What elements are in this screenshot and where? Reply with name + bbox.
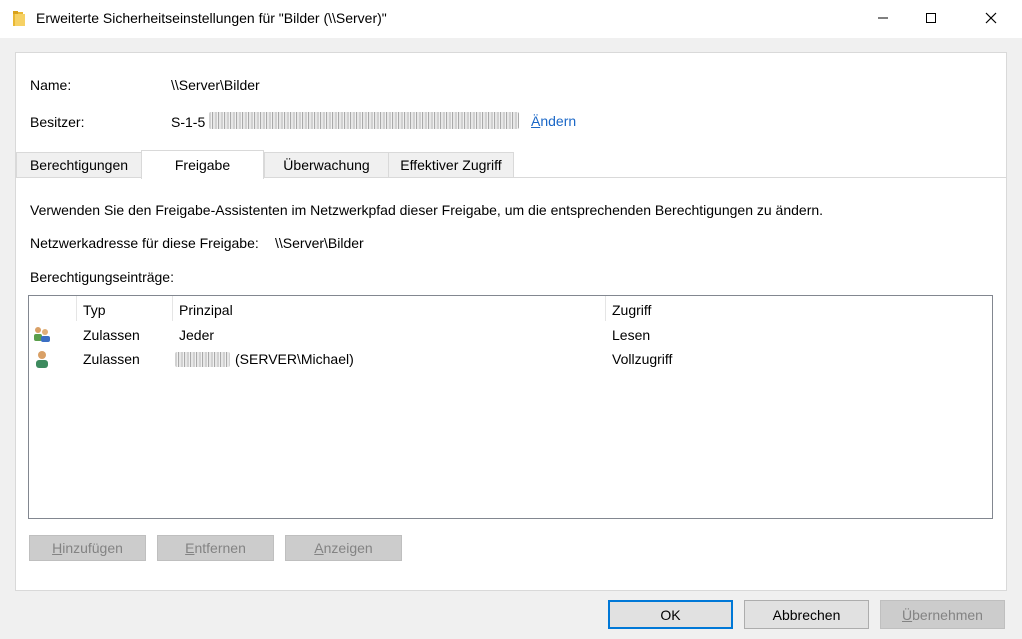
network-label: Netzwerkadresse für diese Freigabe: xyxy=(30,235,259,251)
tab-auditing-label: Überwachung xyxy=(283,157,370,173)
cancel-button[interactable]: Abbrechen xyxy=(744,600,869,629)
maximize-button[interactable] xyxy=(908,0,954,38)
folder-icon xyxy=(13,11,25,26)
ok-button[interactable]: OK xyxy=(608,600,733,629)
row-type: Zulassen xyxy=(83,351,140,367)
tab-share[interactable]: Freigabe xyxy=(141,150,264,179)
view-button[interactable]: Anzeigen xyxy=(285,535,402,561)
tab-permissions-label: Berechtigungen xyxy=(29,157,129,173)
window-title: Erweiterte Sicherheitseinstellungen für … xyxy=(36,10,387,26)
maximize-icon xyxy=(925,11,937,27)
remove-button[interactable]: Entfernen xyxy=(157,535,274,561)
name-label: Name: xyxy=(30,77,72,93)
info-text: Verwenden Sie den Freigabe-Assistenten i… xyxy=(30,202,824,218)
tab-effective-access-label: Effektiver Zugriff xyxy=(400,157,502,173)
close-button[interactable] xyxy=(968,0,1014,38)
name-value: \\Server\Bilder xyxy=(171,77,260,93)
content-panel: Name: \\Server\Bilder Besitzer: S-1-5 Än… xyxy=(15,52,1007,591)
user-icon xyxy=(33,350,51,371)
column-separator[interactable] xyxy=(172,296,173,321)
minimize-icon xyxy=(877,11,889,27)
users-group-icon xyxy=(33,326,51,345)
entries-label: Berechtigungseinträge: xyxy=(30,269,174,285)
tab-share-label: Freigabe xyxy=(174,157,231,173)
row-access: Lesen xyxy=(612,327,651,343)
column-separator[interactable] xyxy=(76,296,77,321)
column-separator[interactable] xyxy=(605,296,606,321)
add-button[interactable]: Hinzufügen xyxy=(29,535,146,561)
tab-permissions[interactable]: Berechtigungen xyxy=(16,152,142,177)
row-type: Zulassen xyxy=(83,327,140,343)
column-header-principal[interactable]: Prinzipal xyxy=(179,302,233,318)
minimize-button[interactable] xyxy=(860,0,906,38)
column-header-access[interactable]: Zugriff xyxy=(612,302,651,318)
network-value: \\Server\Bilder xyxy=(275,235,364,251)
column-header-type[interactable]: Typ xyxy=(83,302,106,318)
table-row[interactable]: Zulassen Jeder Lesen xyxy=(29,324,992,346)
row-principal: Jeder xyxy=(179,327,215,343)
owner-change-link[interactable]: Ändern xyxy=(531,113,576,129)
title-bar: Erweiterte Sicherheitseinstellungen für … xyxy=(0,0,1022,38)
row-access: Vollzugriff xyxy=(612,351,673,367)
redacted-principal-name xyxy=(175,352,230,367)
permission-entries-list[interactable]: Typ Prinzipal Zugriff Zulassen Jeder Les… xyxy=(28,295,993,519)
table-row[interactable]: Zulassen (SERVER\Michael) Vollzugriff xyxy=(29,348,992,370)
apply-button[interactable]: Übernehmen xyxy=(880,600,1005,629)
row-principal: (SERVER\Michael) xyxy=(235,351,354,367)
owner-label: Besitzer: xyxy=(30,114,85,130)
tab-effective-access[interactable]: Effektiver Zugriff xyxy=(388,152,514,177)
owner-value: S-1-5 xyxy=(171,114,206,130)
redacted-owner-sid xyxy=(209,112,519,129)
tab-auditing[interactable]: Überwachung xyxy=(264,152,389,177)
close-icon xyxy=(985,11,997,27)
